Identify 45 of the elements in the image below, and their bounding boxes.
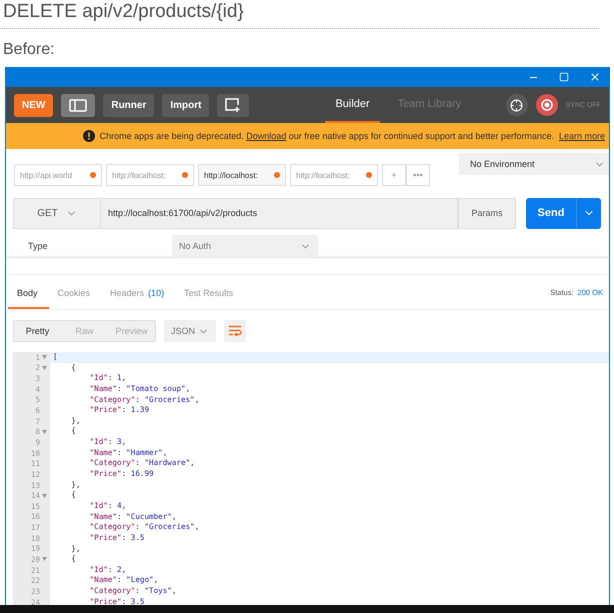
auth-select[interactable]: No Auth (172, 235, 318, 257)
request-tab[interactable]: http://localhost: (290, 164, 378, 186)
maximize-icon[interactable] (559, 72, 569, 82)
interceptor-button[interactable] (506, 94, 528, 116)
warning-icon (82, 130, 95, 142)
new-button[interactable]: NEW (14, 94, 54, 116)
add-tab-button[interactable]: + (382, 164, 406, 186)
method-select[interactable]: GET (13, 198, 101, 228)
view-mode-option[interactable]: Pretty (14, 321, 61, 341)
request-tab[interactable]: http://api.world (14, 164, 102, 186)
send-button[interactable]: Send (526, 198, 601, 228)
sidebar-toggle-button[interactable] (61, 94, 96, 116)
download-link[interactable]: Download (246, 131, 286, 141)
more-tabs-button[interactable]: ••• (406, 164, 430, 186)
fold-icon[interactable] (42, 366, 47, 370)
params-button[interactable]: Params (458, 198, 516, 228)
fold-icon[interactable] (42, 494, 47, 498)
sync-icon (540, 98, 554, 112)
toolbar-button[interactable]: Runner (103, 94, 154, 116)
environment-select[interactable]: No Environment (459, 153, 609, 175)
fold-icon[interactable] (42, 355, 47, 360)
wrap-button[interactable] (224, 320, 246, 342)
fold-icon[interactable] (42, 430, 47, 434)
response-tab[interactable]: Test Results (175, 279, 244, 309)
toolbar-button[interactable]: Import (162, 94, 210, 116)
wrap-icon (228, 325, 242, 337)
fold-icon[interactable] (42, 557, 47, 562)
response-tab[interactable]: Body (8, 279, 49, 309)
new-window-button[interactable] (217, 94, 250, 116)
request-tab[interactable]: http://localhost: (198, 164, 286, 186)
crosshair-icon (510, 98, 524, 112)
auth-type-label: Type (28, 241, 49, 251)
response-tab[interactable]: Cookies (48, 279, 102, 309)
format-select[interactable]: JSON (164, 320, 216, 342)
sidebar-icon (69, 98, 88, 112)
url-field[interactable]: http://localhost:61700/api/v2/products (101, 198, 458, 228)
response-tab[interactable]: Headers (10) (101, 279, 176, 309)
new-window-icon (225, 98, 242, 112)
close-icon[interactable] (589, 71, 601, 83)
banner-text: Chrome apps are being deprecated. Download our free native apps for continued support and better performance. (100, 131, 554, 141)
learn-more-link[interactable]: Learn more (558, 131, 605, 141)
section-heading: DELETE api/v2/products/{id} (0, 0, 599, 29)
request-tab[interactable]: http://localhost: (106, 164, 194, 186)
sync-button[interactable] (536, 94, 558, 116)
caption: Before: (3, 41, 56, 60)
